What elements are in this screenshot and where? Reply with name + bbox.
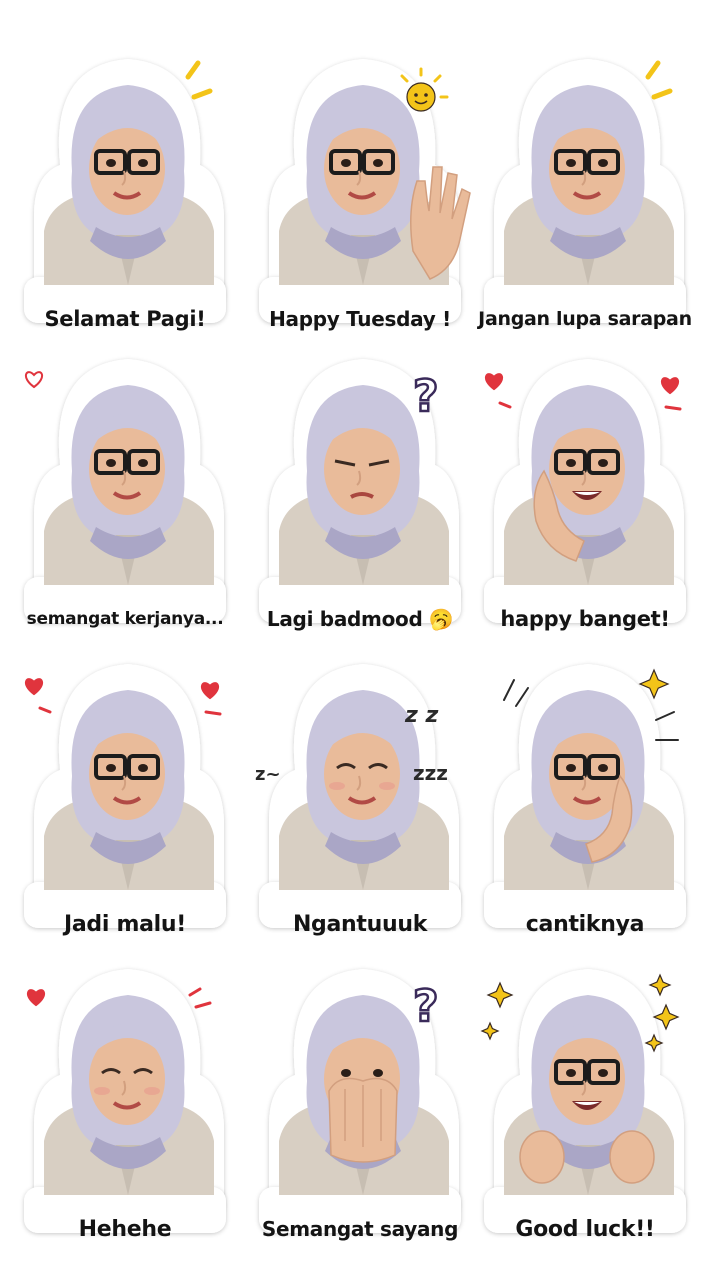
sticker-item[interactable]: ? Semangat sayang	[245, 955, 475, 1255]
sticker-caption: Lagi badmood 🥱	[245, 599, 475, 639]
svg-text:z~: z~	[255, 764, 281, 785]
sticker-caption: Good luck!!	[470, 1209, 700, 1249]
svg-text:zzz: zzz	[413, 761, 448, 785]
sticker-item[interactable]: Jadi malu!	[10, 650, 240, 950]
sticker-caption-text: Lagi badmood	[266, 607, 423, 631]
sticker-caption: happy banget!	[470, 599, 700, 639]
sticker-caption-text: Jangan lupa sarapan	[478, 308, 692, 330]
sticker-caption-text: Semangat sayang	[261, 1217, 459, 1241]
sticker-item[interactable]: z~ z z zzz Ngantuuuk	[245, 650, 475, 950]
sticker-item[interactable]: Selamat Pagi!	[10, 45, 240, 345]
sticker-caption: semangat kerjanya...	[10, 599, 240, 639]
emoji-icon: 🥱	[428, 607, 454, 631]
sticker-caption: cantiknya	[470, 904, 700, 944]
sticker-caption-text: Selamat Pagi!	[44, 307, 206, 331]
sticker-caption-text: semangat kerjanya...	[26, 609, 224, 629]
sticker-item[interactable]: ? Lagi badmood 🥱	[245, 345, 475, 645]
sticker-item[interactable]: Jangan lupa sarapan	[470, 45, 700, 345]
sticker-grid: Selamat Pagi! Happy Tuesday ! Jangan lup…	[0, 0, 720, 1280]
sticker-caption: Selamat Pagi!	[10, 299, 240, 339]
sticker-caption: Jangan lupa sarapan	[470, 299, 700, 339]
sticker-caption: Ngantuuuk	[245, 904, 475, 944]
sticker-caption-text: Ngantuuuk	[292, 911, 428, 937]
sticker-item[interactable]: cantiknya	[470, 650, 700, 950]
svg-text:z z: z z	[404, 703, 438, 728]
sticker-caption-text: Happy Tuesday !	[269, 307, 451, 331]
sticker-caption-text: happy banget!	[500, 607, 670, 631]
sticker-caption: Hehehe	[10, 1209, 240, 1249]
sticker-caption: Semangat sayang	[245, 1209, 475, 1249]
sticker-caption: Happy Tuesday !	[245, 299, 475, 339]
sticker-caption-text: Jadi malu!	[64, 911, 186, 937]
sticker-caption-text: Hehehe	[78, 1216, 172, 1242]
sticker-item[interactable]: Good luck!!	[470, 955, 700, 1255]
sticker-item[interactable]: happy banget!	[470, 345, 700, 645]
sticker-caption: Jadi malu!	[10, 904, 240, 944]
sticker-item[interactable]: Hehehe	[10, 955, 240, 1255]
svg-text:?: ?	[413, 981, 439, 1032]
sticker-item[interactable]: Happy Tuesday !	[245, 45, 475, 345]
sticker-item[interactable]: semangat kerjanya...	[10, 345, 240, 645]
sticker-caption-text: Good luck!!	[515, 1216, 655, 1242]
sticker-caption-text: cantiknya	[525, 911, 645, 937]
svg-text:?: ?	[413, 371, 439, 422]
